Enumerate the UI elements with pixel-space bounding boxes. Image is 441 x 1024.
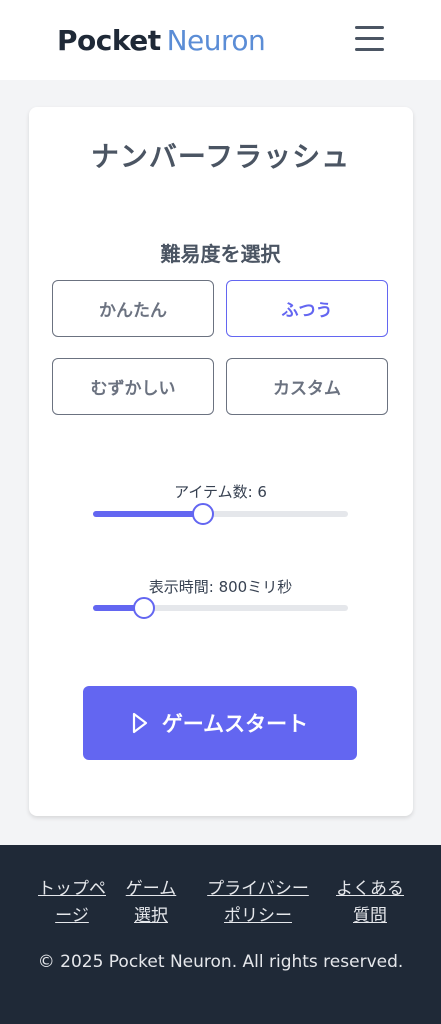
difficulty-heading: 難易度を選択 xyxy=(160,242,281,266)
difficulty-normal-button[interactable]: ふつう xyxy=(226,280,388,337)
difficulty-custom-button[interactable]: カスタム xyxy=(226,358,388,415)
game-start-button[interactable]: ゲームスタート xyxy=(83,686,357,760)
footer-link-top-page[interactable]: トップペ ージ xyxy=(30,876,114,930)
logo[interactable]: Pocket Neuron xyxy=(57,24,266,58)
logo-text-neuron: Neuron xyxy=(166,24,266,57)
display-time-label: 表示時間: 800ミリ秒 xyxy=(148,578,293,596)
footer-link-top-page-line1: トップペ xyxy=(38,879,106,899)
game-title: ナンバーフラッシュ xyxy=(90,140,351,173)
footer-link-privacy-policy[interactable]: プライバシー ポリシー xyxy=(195,876,321,930)
difficulty-hard-button[interactable]: むずかしい xyxy=(52,358,214,415)
footer-link-game-select-line1: ゲーム xyxy=(125,879,177,899)
display-time-slider[interactable] xyxy=(93,597,348,619)
hamburger-menu-icon[interactable] xyxy=(355,26,385,54)
difficulty-easy-button[interactable]: かんたん xyxy=(52,280,214,337)
footer-link-faq-line2: 質問 xyxy=(353,906,387,926)
footer-link-game-select[interactable]: ゲーム 選択 xyxy=(118,876,184,930)
copyright-text: © 2025 Pocket Neuron. All rights reserve… xyxy=(37,952,404,972)
footer-link-game-select-line2: 選択 xyxy=(134,906,168,926)
item-count-slider-thumb[interactable] xyxy=(192,503,214,525)
site-footer: トップページ ゲーム選択 プライバシー ポリシー よくある質問 xyxy=(0,845,441,1024)
item-count-label: アイテム数: 6 xyxy=(174,483,267,501)
display-time-slider-thumb[interactable] xyxy=(133,597,155,619)
footer-link-privacy-policy-line1: プライバシー xyxy=(207,879,309,899)
item-count-slider-fill xyxy=(93,511,203,517)
footer-link-privacy-policy-line2: ポリシー xyxy=(224,906,292,926)
footer-link-faq[interactable]: よくある 質問 xyxy=(327,876,413,930)
footer-link-faq-line1: よくある xyxy=(336,879,404,899)
footer-link-top-page-line2: ージ xyxy=(55,906,89,926)
play-icon xyxy=(132,712,147,734)
item-count-slider[interactable] xyxy=(93,503,348,525)
logo-text-pocket: Pocket xyxy=(57,24,161,57)
site-header: Pocket Neuron xyxy=(0,0,441,80)
game-start-label: ゲームスタート xyxy=(161,712,309,736)
